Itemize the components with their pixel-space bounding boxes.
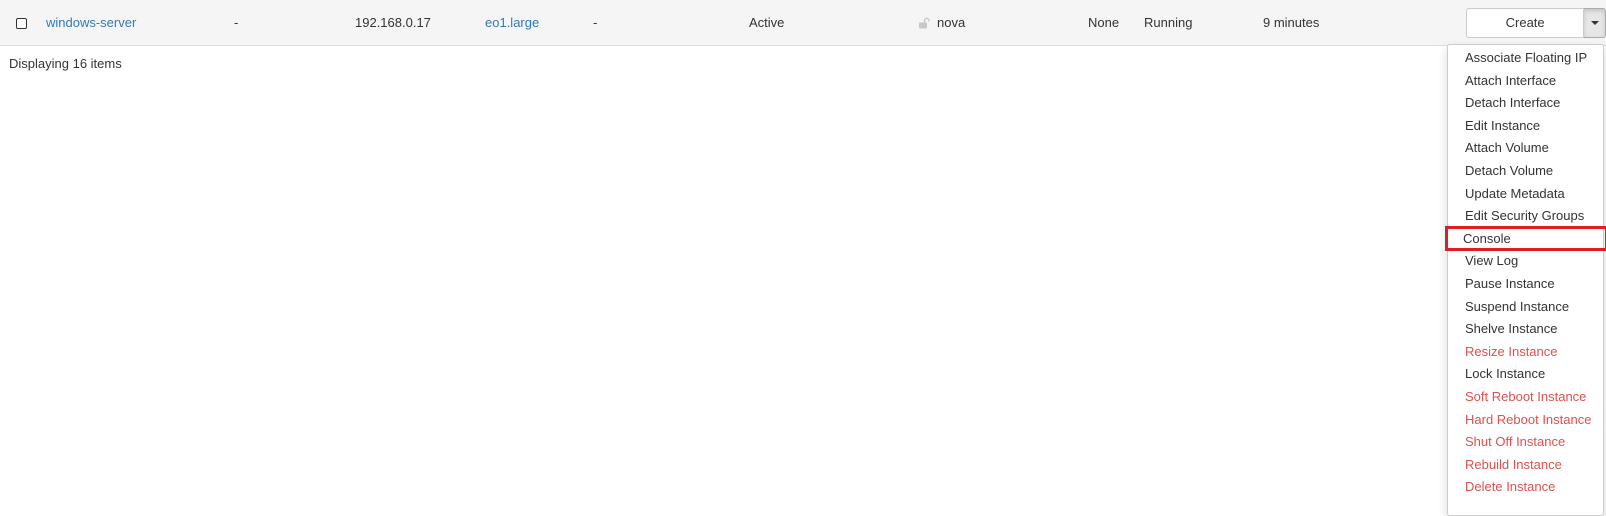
menu-item-shelve-instance[interactable]: Shelve Instance — [1448, 317, 1603, 340]
unlock-icon — [919, 17, 930, 29]
menu-item-shut-off-instance[interactable]: Shut Off Instance — [1448, 430, 1603, 453]
menu-item-console[interactable]: Console — [1445, 225, 1606, 251]
actions-dropdown-menu: Associate Floating IP Attach Interface Det… — [1445, 44, 1606, 516]
ip-address: 192.168.0.17 — [355, 15, 431, 30]
actions-dropdown-toggle[interactable] — [1584, 8, 1606, 38]
menu-item-pause-instance[interactable]: Pause Instance — [1448, 272, 1603, 295]
availability-zone: nova — [937, 15, 966, 30]
menu-item-soft-reboot-instance[interactable]: Soft Reboot Instance — [1448, 385, 1603, 408]
menu-item-rebuild-instance[interactable]: Rebuild Instance — [1448, 453, 1603, 476]
age: 9 minutes — [1263, 15, 1320, 30]
menu-item-delete-instance[interactable]: Delete Instance — [1448, 475, 1603, 498]
item-count: Displaying 16 items — [9, 56, 122, 71]
menu-item-attach-interface[interactable]: Attach Interface — [1448, 69, 1603, 92]
menu-item-edit-security-groups[interactable]: Edit Security Groups — [1448, 204, 1603, 227]
create-snapshot-button[interactable]: Create Snapshot — [1466, 8, 1585, 58]
actions-button-group: Create Snapshot — [1466, 8, 1606, 58]
status: Active — [749, 15, 785, 30]
instance-row: windows-server - 192.168.0.17 eo1.large … — [0, 0, 1606, 58]
power-state: Running — [1144, 15, 1193, 30]
instance-name-link[interactable]: windows-server — [46, 0, 136, 45]
image-name: - — [234, 15, 239, 30]
menu-item-detach-volume[interactable]: Detach Volume — [1448, 159, 1603, 182]
menu-item-lock-instance[interactable]: Lock Instance — [1448, 362, 1603, 385]
menu-item-associate-floating-ip[interactable]: Associate Floating IP — [1448, 46, 1603, 69]
menu-item-view-log[interactable]: View Log — [1448, 249, 1603, 272]
menu-item-update-metadata[interactable]: Update Metadata — [1448, 182, 1603, 205]
menu-item-attach-volume[interactable]: Attach Volume — [1448, 136, 1603, 159]
menu-item-detach-interface[interactable]: Detach Interface — [1448, 91, 1603, 114]
task: None — [1088, 15, 1120, 30]
menu-item-resize-instance[interactable]: Resize Instance — [1448, 340, 1603, 363]
menu-item-hard-reboot-instance[interactable]: Hard Reboot Instance — [1448, 408, 1603, 431]
flavor-link[interactable]: eo1.large — [485, 0, 539, 45]
key-pair: - — [593, 15, 598, 30]
menu-item-suspend-instance[interactable]: Suspend Instance — [1448, 295, 1603, 318]
row-checkbox[interactable] — [16, 18, 27, 29]
menu-item-edit-instance[interactable]: Edit Instance — [1448, 114, 1603, 137]
caret-down-icon — [1590, 21, 1599, 25]
